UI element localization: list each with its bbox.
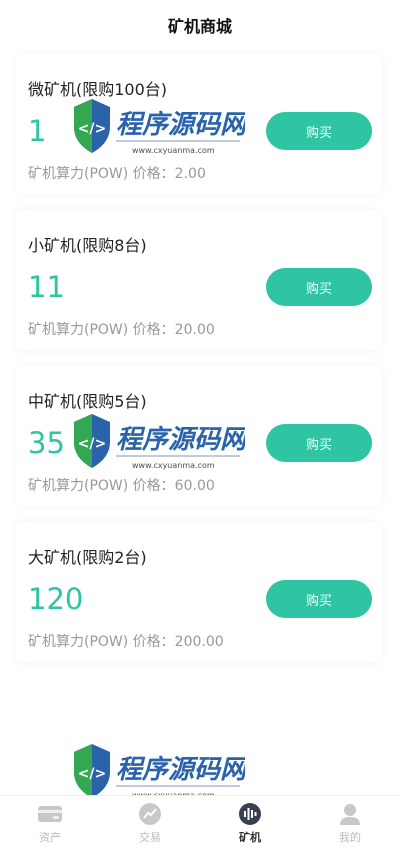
buy-button[interactable]: 购买	[266, 268, 372, 306]
buy-button[interactable]: 购买	[266, 112, 372, 150]
product-power: 1	[28, 114, 47, 148]
bottom-tabbar: 资产 交易 矿机 我的	[0, 795, 400, 851]
product-card: 微矿机(限购100台) 1 矿机算力(POW) 价格：2.00 购买	[16, 54, 382, 194]
product-name: 微矿机(限购100台)	[28, 80, 168, 99]
header: 矿机商城	[0, 0, 400, 50]
product-power: 11	[28, 270, 65, 304]
miner-icon	[237, 802, 263, 826]
svg-text:程序源码网: 程序源码网	[116, 755, 245, 785]
tab-label: 矿机	[239, 831, 261, 844]
svg-text:</>: </>	[78, 766, 107, 782]
product-card: 中矿机(限购5台) 35 矿机算力(POW) 价格：60.00 购买	[16, 366, 382, 506]
product-price: 矿机算力(POW) 价格：2.00	[28, 166, 206, 182]
product-price: 矿机算力(POW) 价格：200.00	[28, 634, 224, 650]
tab-label: 交易	[139, 831, 161, 844]
product-card: 小矿机(限购8台) 11 矿机算力(POW) 价格：20.00 购买	[16, 210, 382, 350]
product-name: 小矿机(限购8台)	[28, 236, 147, 255]
product-power: 120	[28, 582, 84, 616]
product-name: 中矿机(限购5台)	[28, 392, 147, 411]
mining-shop-page: 矿机商城 微矿机(限购100台) 1 矿机算力(POW) 价格：2.00 购买 …	[0, 0, 400, 851]
buy-button[interactable]: 购买	[266, 580, 372, 618]
tab-me[interactable]: 我的	[300, 796, 400, 851]
tab-assets[interactable]: 资产	[0, 796, 100, 851]
tab-miner[interactable]: 矿机	[200, 796, 300, 851]
user-icon	[337, 802, 363, 826]
product-price: 矿机算力(POW) 价格：20.00	[28, 322, 215, 338]
tab-label: 资产	[39, 831, 61, 844]
page-title: 矿机商城	[167, 17, 232, 36]
trade-icon	[137, 802, 163, 826]
buy-button[interactable]: 购买	[266, 424, 372, 462]
product-price: 矿机算力(POW) 价格：60.00	[28, 478, 215, 494]
product-name: 大矿机(限购2台)	[28, 548, 147, 567]
product-power: 35	[28, 426, 65, 460]
product-card: 大矿机(限购2台) 120 矿机算力(POW) 价格：200.00 购买	[16, 522, 382, 662]
tab-label: 我的	[339, 831, 361, 844]
wallet-icon	[37, 802, 63, 826]
tab-trade[interactable]: 交易	[100, 796, 200, 851]
